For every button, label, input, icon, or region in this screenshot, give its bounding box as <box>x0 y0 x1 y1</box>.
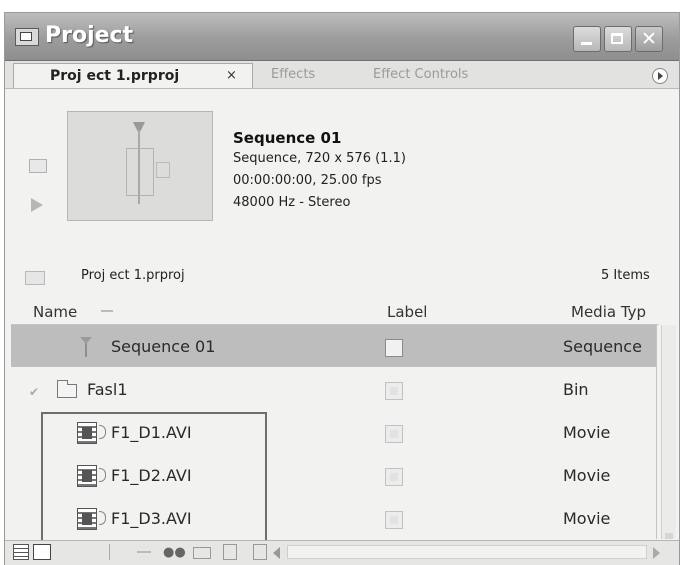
new-item-icon[interactable] <box>223 544 237 560</box>
row-media-type: Bin <box>563 380 589 399</box>
label-swatch[interactable] <box>385 382 403 400</box>
panel-footer-toolbar: ●● <box>5 540 679 565</box>
tab-effect-controls[interactable]: Effect Controls <box>365 63 476 88</box>
close-button[interactable] <box>635 26 663 52</box>
project-panel: Project Proj ect 1.prproj × Effects Effe… <box>4 12 680 565</box>
play-icon[interactable] <box>31 198 43 212</box>
preview-audio: 48000 Hz - Stereo <box>233 195 351 210</box>
label-swatch[interactable] <box>385 425 403 443</box>
label-swatch[interactable] <box>385 468 403 486</box>
folder-icon <box>57 380 77 398</box>
horizontal-scrollbar[interactable] <box>287 545 647 559</box>
clip-selection-highlight <box>41 412 267 543</box>
trash-icon[interactable] <box>253 544 267 560</box>
panel-menu-icon[interactable] <box>652 68 668 84</box>
sort-indicator-icon <box>101 310 113 312</box>
set-poster-frame-icon[interactable] <box>29 159 47 173</box>
tab-bar: Proj ect 1.prproj × Effects Effect Contr… <box>5 61 679 89</box>
row-media-type: Sequence <box>563 337 642 356</box>
sequence-icon <box>80 337 92 357</box>
row-name: Sequence 01 <box>111 337 216 356</box>
tab-close-icon[interactable]: × <box>226 64 237 88</box>
column-header-media-type[interactable]: Media Typ <box>571 303 657 321</box>
title-bar[interactable]: Project <box>5 13 679 61</box>
sequence-thumbnail[interactable] <box>67 111 213 221</box>
preview-format: Sequence, 720 x 576 (1.1) <box>233 151 406 166</box>
row-name: Fasl1 <box>87 380 128 399</box>
vertical-scrollbar[interactable] <box>661 325 676 539</box>
maximize-button[interactable] <box>604 26 632 52</box>
scroll-left-icon[interactable] <box>273 547 280 559</box>
column-separator <box>656 325 657 539</box>
toolbar-divider <box>109 544 110 560</box>
project-file-icon <box>25 271 45 285</box>
column-header-label[interactable]: Label <box>387 303 427 321</box>
binoculars-icon[interactable]: ●● <box>163 544 186 560</box>
new-bin-icon[interactable] <box>193 547 211 559</box>
project-path: Proj ect 1.prproj <box>81 268 185 283</box>
row-media-type: Movie <box>563 466 611 485</box>
automate-to-sequence-icon[interactable] <box>137 551 151 553</box>
window-title: Project <box>45 23 134 48</box>
row-media-type: Movie <box>563 423 611 442</box>
preview-duration: 00:00:00:00, 25.00 fps <box>233 173 382 188</box>
item-count: 5 Items <box>601 268 650 283</box>
table-row-sequence-01[interactable]: Sequence 01 Sequence <box>11 325 656 367</box>
label-swatch[interactable] <box>385 339 403 357</box>
scroll-right-icon[interactable] <box>653 547 660 559</box>
preview-clip-name: Sequence 01 <box>233 129 342 147</box>
tab-project-label: Proj ect 1.prproj <box>50 68 180 84</box>
column-header-name[interactable]: Name <box>33 303 77 321</box>
project-window-icon <box>15 28 39 46</box>
table-row-bin[interactable]: ✔ Fasl1 Bin <box>11 368 656 410</box>
icon-view-icon[interactable] <box>33 544 51 560</box>
tab-project[interactable]: Proj ect 1.prproj × <box>13 63 253 88</box>
row-media-type: Movie <box>563 509 611 528</box>
minimize-button[interactable] <box>573 26 601 52</box>
tab-effects[interactable]: Effects <box>263 63 323 88</box>
expand-chevron-icon[interactable]: ✔ <box>29 385 39 399</box>
label-swatch[interactable] <box>385 511 403 529</box>
list-view-icon[interactable] <box>13 544 29 560</box>
vertical-scroll-thumb[interactable] <box>665 533 673 539</box>
